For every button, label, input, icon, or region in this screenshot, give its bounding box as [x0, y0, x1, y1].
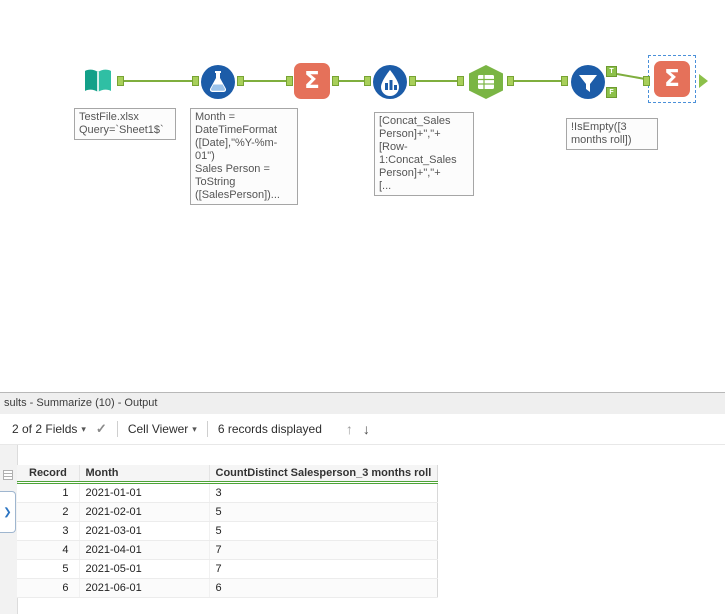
- record-cell[interactable]: 1: [17, 482, 80, 503]
- true-port-label: T: [609, 68, 614, 75]
- annotation-filter[interactable]: !IsEmpty([3 months roll]): [566, 118, 658, 150]
- tool-input-data[interactable]: [80, 64, 116, 100]
- annotation-multi-row[interactable]: [Concat_Sales Person]+","+ [Row- 1:Conca…: [374, 112, 474, 196]
- input-port[interactable]: [643, 76, 650, 86]
- alteryx-window: Σ T F Σ TestFile.xlsx Query=`Sheet1$` Mo…: [0, 0, 725, 614]
- input-port[interactable]: [561, 76, 568, 86]
- results-panel-title: sults - Summarize (10) - Output: [0, 393, 725, 415]
- results-toolbar: 2 of 2 Fields ▾ ✓ Cell Viewer ▾ 6 record…: [0, 414, 725, 445]
- chevron-down-icon: ▾: [192, 423, 197, 434]
- false-output-port[interactable]: F: [606, 87, 617, 98]
- input-port[interactable]: [192, 76, 199, 86]
- results-table: Record Month CountDistinct Salesperson_3…: [17, 465, 439, 598]
- toolbar-separator: [116, 421, 118, 437]
- output-port[interactable]: [332, 76, 339, 86]
- fields-dropdown-label: 2 of 2 Fields: [12, 422, 78, 436]
- sigma-icon: Σ: [654, 61, 690, 97]
- input-port[interactable]: [364, 76, 371, 86]
- funnel-icon: [570, 64, 606, 100]
- tool-formula[interactable]: [200, 64, 236, 100]
- false-port-label: F: [609, 89, 614, 96]
- tool-summarize-selected[interactable]: Σ: [654, 61, 690, 97]
- tool-multi-row-formula[interactable]: [372, 64, 408, 100]
- input-port[interactable]: [457, 76, 464, 86]
- column-header-countdistinct[interactable]: CountDistinct Salesperson_3 months roll: [209, 465, 439, 484]
- column-header-record[interactable]: Record: [17, 465, 80, 484]
- chevron-right-icon: ❯: [3, 506, 12, 518]
- data-cell[interactable]: 5: [209, 502, 439, 522]
- input-port[interactable]: [286, 76, 293, 86]
- record-cell[interactable]: 6: [17, 578, 80, 598]
- flask-icon: [200, 64, 236, 100]
- toolbar-separator: [206, 421, 208, 437]
- data-cell[interactable]: 2021-01-01: [79, 482, 210, 503]
- cell-viewer-dropdown[interactable]: Cell Viewer ▾: [128, 422, 197, 436]
- output-port[interactable]: [507, 76, 514, 86]
- up-arrow-icon[interactable]: ↑: [346, 421, 353, 437]
- table-header-row: Record Month CountDistinct Salesperson_3…: [17, 465, 439, 484]
- table-row[interactable]: 3 2021-03-01 5: [17, 521, 439, 541]
- tool-hexagon-table[interactable]: [466, 64, 506, 100]
- water-drop-icon: [372, 64, 408, 100]
- output-port[interactable]: [409, 76, 416, 86]
- connection-line: [416, 80, 457, 82]
- record-cell[interactable]: 3: [17, 521, 80, 541]
- workflow-canvas[interactable]: Σ T F Σ TestFile.xlsx Query=`Sheet1$` Mo…: [0, 0, 725, 392]
- apply-check-icon[interactable]: ✓: [96, 421, 107, 437]
- table-row[interactable]: 2 2021-02-01 5: [17, 502, 439, 522]
- table-row[interactable]: 5 2021-05-01 7: [17, 559, 439, 579]
- data-cell[interactable]: 2021-02-01: [79, 502, 210, 522]
- data-cell[interactable]: 7: [209, 540, 439, 560]
- data-cell[interactable]: 7: [209, 559, 439, 579]
- true-output-port[interactable]: T: [606, 66, 617, 77]
- results-panel: sults - Summarize (10) - Output 2 of 2 F…: [0, 392, 725, 614]
- data-cell[interactable]: 2021-04-01: [79, 540, 210, 560]
- output-port[interactable]: [237, 76, 244, 86]
- hexagon-table-icon: [466, 64, 506, 100]
- connection-line: [514, 80, 561, 82]
- annotation-formula[interactable]: Month = DateTimeFormat ([Date],"%Y-%m- 0…: [190, 108, 298, 205]
- chevron-down-icon: ▾: [81, 423, 86, 434]
- sigma-glyph: Σ: [304, 68, 320, 94]
- cell-viewer-label: Cell Viewer: [127, 422, 189, 436]
- records-count-label: 6 records displayed: [217, 422, 322, 436]
- column-header-month[interactable]: Month: [79, 465, 210, 484]
- data-cell[interactable]: 2021-03-01: [79, 521, 210, 541]
- workflow-output-arrow[interactable]: [699, 74, 708, 88]
- data-cell[interactable]: 6: [209, 578, 439, 598]
- data-cell[interactable]: 2021-05-01: [79, 559, 210, 579]
- table-row[interactable]: 4 2021-04-01 7: [17, 540, 439, 560]
- panel-expander-tab[interactable]: ❯: [0, 491, 16, 533]
- connection-line: [339, 80, 364, 82]
- sigma-icon: Σ: [294, 63, 330, 99]
- record-cell[interactable]: 4: [17, 540, 80, 560]
- data-cell[interactable]: 2021-06-01: [79, 578, 210, 598]
- annotation-input[interactable]: TestFile.xlsx Query=`Sheet1$`: [74, 108, 176, 140]
- record-cell[interactable]: 5: [17, 559, 80, 579]
- tool-filter[interactable]: [570, 64, 606, 100]
- sigma-glyph: Σ: [664, 66, 680, 92]
- connection-line: [124, 80, 192, 82]
- data-cell[interactable]: 5: [209, 521, 439, 541]
- book-icon: [80, 64, 116, 100]
- table-row[interactable]: 1 2021-01-01 3: [17, 482, 439, 503]
- connection-line: [244, 80, 286, 82]
- tool-summarize[interactable]: Σ: [294, 63, 330, 99]
- data-cell[interactable]: 3: [209, 482, 439, 503]
- results-body: ❯ Record Month CountDistinct Salesperson…: [0, 445, 725, 614]
- table-row[interactable]: 6 2021-06-01 6: [17, 578, 439, 598]
- down-arrow-icon[interactable]: ↓: [363, 421, 370, 437]
- output-port[interactable]: [117, 76, 124, 86]
- record-cell[interactable]: 2: [17, 502, 80, 522]
- row-selector-icon[interactable]: [3, 467, 13, 480]
- fields-dropdown[interactable]: 2 of 2 Fields ▾: [12, 422, 86, 436]
